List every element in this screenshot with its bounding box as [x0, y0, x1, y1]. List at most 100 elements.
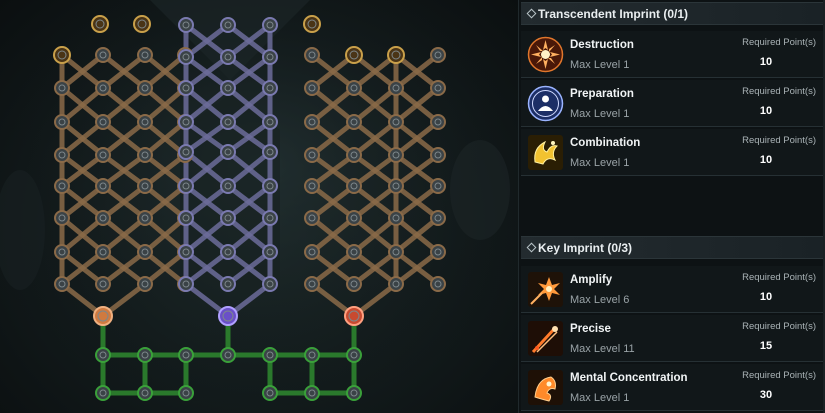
orange-node-icon[interactable] [95, 114, 111, 130]
purple-node-icon[interactable] [178, 276, 194, 292]
orange-node-icon[interactable] [388, 80, 404, 96]
orange-node-icon[interactable] [346, 178, 362, 194]
green-node-icon[interactable] [262, 347, 278, 363]
purple-node-icon[interactable] [262, 244, 278, 260]
purple-node-icon[interactable] [178, 49, 194, 65]
key-node-orange-icon[interactable] [93, 306, 113, 326]
orange-node-icon[interactable] [388, 114, 404, 130]
green-node-icon[interactable] [178, 385, 194, 401]
orange-node-icon[interactable] [430, 114, 446, 130]
green-node-icon[interactable] [304, 385, 320, 401]
purple-node-icon[interactable] [220, 244, 236, 260]
orange-node-icon[interactable] [304, 114, 320, 130]
orange-node-icon[interactable] [430, 276, 446, 292]
orange-node-icon[interactable] [304, 210, 320, 226]
purple-node-icon[interactable] [262, 80, 278, 96]
green-node-icon[interactable] [346, 347, 362, 363]
orange-node-icon[interactable] [346, 276, 362, 292]
purple-node-icon[interactable] [220, 210, 236, 226]
orange-node-icon[interactable] [304, 276, 320, 292]
orange-node-icon[interactable] [95, 244, 111, 260]
orange-node-icon[interactable] [388, 276, 404, 292]
orange-node-icon[interactable] [54, 80, 70, 96]
orange-node-icon[interactable] [95, 276, 111, 292]
purple-node-icon[interactable] [220, 276, 236, 292]
orange-node-icon[interactable] [137, 276, 153, 292]
orange-node-icon[interactable] [95, 147, 111, 163]
orange-node-icon[interactable] [137, 80, 153, 96]
purple-node-icon[interactable] [262, 210, 278, 226]
green-node-icon[interactable] [95, 347, 111, 363]
orange-node-icon[interactable] [304, 47, 320, 63]
orange-node-icon[interactable] [388, 210, 404, 226]
purple-node-icon[interactable] [262, 49, 278, 65]
orange-node-icon[interactable] [430, 80, 446, 96]
imprint-row-mental-concentration[interactable]: Mental Concentration Max Level 1 Require… [521, 364, 825, 411]
purple-node-icon[interactable] [220, 17, 236, 33]
imprint-row-combination[interactable]: Combination Max Level 1 Required Point(s… [521, 129, 825, 176]
orange-node-icon[interactable] [346, 114, 362, 130]
purple-node-icon[interactable] [262, 276, 278, 292]
orange-node-icon[interactable] [54, 244, 70, 260]
purple-node-icon[interactable] [262, 17, 278, 33]
orange-node-icon[interactable] [430, 244, 446, 260]
orange-node-icon[interactable] [54, 178, 70, 194]
green-node-icon[interactable] [95, 385, 111, 401]
gold-node-icon[interactable] [53, 46, 71, 64]
purple-node-icon[interactable] [220, 49, 236, 65]
orange-node-icon[interactable] [54, 147, 70, 163]
orange-node-icon[interactable] [137, 47, 153, 63]
purple-node-icon[interactable] [178, 80, 194, 96]
orange-node-icon[interactable] [137, 210, 153, 226]
purple-node-icon[interactable] [178, 17, 194, 33]
green-node-icon[interactable] [262, 385, 278, 401]
gold-node-icon[interactable] [133, 15, 151, 33]
green-node-icon[interactable] [137, 385, 153, 401]
orange-node-icon[interactable] [388, 244, 404, 260]
orange-node-icon[interactable] [95, 210, 111, 226]
key-node-purple-icon[interactable] [218, 306, 238, 326]
orange-node-icon[interactable] [137, 178, 153, 194]
orange-node-icon[interactable] [346, 244, 362, 260]
orange-node-icon[interactable] [95, 178, 111, 194]
purple-node-icon[interactable] [220, 144, 236, 160]
purple-node-icon[interactable] [178, 210, 194, 226]
purple-node-icon[interactable] [178, 144, 194, 160]
purple-node-icon[interactable] [220, 114, 236, 130]
orange-node-icon[interactable] [346, 210, 362, 226]
gold-node-icon[interactable] [303, 15, 321, 33]
orange-node-icon[interactable] [54, 276, 70, 292]
purple-node-icon[interactable] [262, 178, 278, 194]
green-node-icon[interactable] [178, 347, 194, 363]
orange-node-icon[interactable] [430, 178, 446, 194]
imprint-row-destruction[interactable]: Destruction Max Level 1 Required Point(s… [521, 31, 825, 78]
purple-node-icon[interactable] [178, 114, 194, 130]
orange-node-icon[interactable] [304, 244, 320, 260]
key-node-red-icon[interactable] [344, 306, 364, 326]
purple-node-icon[interactable] [220, 178, 236, 194]
orange-node-icon[interactable] [304, 80, 320, 96]
orange-node-icon[interactable] [430, 47, 446, 63]
orange-node-icon[interactable] [430, 147, 446, 163]
green-node-icon[interactable] [137, 347, 153, 363]
orange-node-icon[interactable] [304, 147, 320, 163]
green-node-icon[interactable] [346, 385, 362, 401]
orange-node-icon[interactable] [95, 80, 111, 96]
imprint-row-amplify[interactable]: Amplify Max Level 6 Required Point(s) 10 [521, 266, 825, 313]
gold-node-icon[interactable] [345, 46, 363, 64]
purple-node-icon[interactable] [220, 80, 236, 96]
purple-node-icon[interactable] [178, 244, 194, 260]
orange-node-icon[interactable] [137, 244, 153, 260]
orange-node-icon[interactable] [54, 210, 70, 226]
orange-node-icon[interactable] [388, 147, 404, 163]
orange-node-icon[interactable] [430, 210, 446, 226]
gold-node-icon[interactable] [91, 15, 109, 33]
orange-node-icon[interactable] [346, 80, 362, 96]
orange-node-icon[interactable] [346, 147, 362, 163]
orange-node-icon[interactable] [304, 178, 320, 194]
orange-node-icon[interactable] [137, 114, 153, 130]
orange-node-icon[interactable] [54, 114, 70, 130]
purple-node-icon[interactable] [262, 144, 278, 160]
imprint-row-precise[interactable]: Precise Max Level 11 Required Point(s) 1… [521, 315, 825, 362]
green-node-icon[interactable] [304, 347, 320, 363]
